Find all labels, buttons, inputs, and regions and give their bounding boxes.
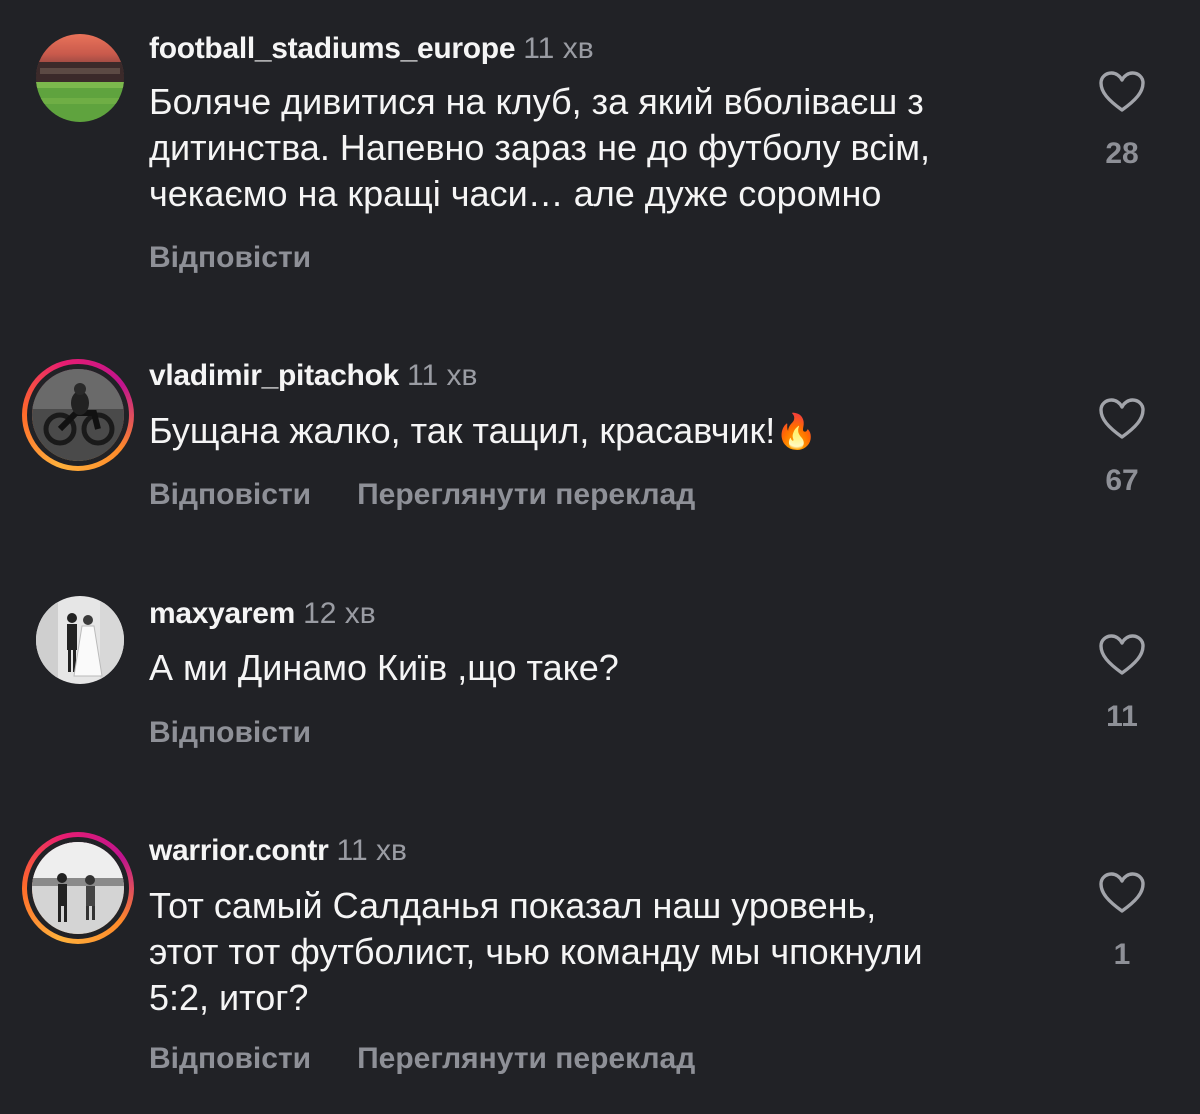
see-translation-button[interactable]: Переглянути переклад xyxy=(357,478,695,511)
comment-text: А ми Динамо Київ ,що таке? xyxy=(149,647,619,688)
like-count: 28 xyxy=(1105,137,1139,170)
avatar[interactable] xyxy=(36,596,124,684)
comment-text-line: Тот самый Салданья показал наш уровень, xyxy=(149,885,877,926)
comment-timestamp: 11 хв xyxy=(336,834,407,867)
motorcycle-avatar-image xyxy=(32,369,124,461)
comment-timestamp: 11 хв xyxy=(523,32,594,65)
avatar[interactable] xyxy=(22,359,134,471)
comment-text-line: дитинства. Напевно зараз не до футболу в… xyxy=(149,127,931,168)
comment-text: Бущана жалко, так тащил, красавчик!🔥 xyxy=(149,408,1049,455)
stadium-avatar-image xyxy=(36,34,124,122)
like-count: 1 xyxy=(1113,938,1131,971)
avatar[interactable] xyxy=(22,832,134,944)
heart-icon[interactable] xyxy=(1098,871,1146,915)
comment-username[interactable]: football_stadiums_europe xyxy=(149,32,516,65)
comment-text: Тот самый Салданья показал наш уровень, … xyxy=(149,883,1049,1021)
comment-text-line: Боляче дивитися на клуб, за який вболіва… xyxy=(149,81,924,122)
people-avatar-image xyxy=(32,842,124,934)
reply-button[interactable]: Відповісти xyxy=(149,478,311,511)
heart-icon[interactable] xyxy=(1098,633,1146,677)
reply-button[interactable]: Відповісти xyxy=(149,716,311,749)
comment-username[interactable]: maxyarem xyxy=(149,597,295,630)
reply-button[interactable]: Відповісти xyxy=(149,1042,311,1075)
like-count: 11 xyxy=(1106,700,1138,733)
comment-text-line: этот тот футболист, чью команду мы чпокн… xyxy=(149,931,923,972)
comment-username[interactable]: warrior.contr xyxy=(149,834,329,867)
fire-emoji: 🔥 xyxy=(775,413,818,451)
wedding-avatar-image xyxy=(36,596,124,684)
comment-username[interactable]: vladimir_pitachok xyxy=(149,359,399,392)
comment-timestamp: 12 хв xyxy=(303,597,376,630)
reply-button[interactable]: Відповісти xyxy=(149,241,311,274)
comment-text-line: чекаємо на кращі часи… але дуже соромно xyxy=(149,173,882,214)
like-count: 67 xyxy=(1105,464,1139,497)
comment-text: Боляче дивитися на клуб, за який вболіва… xyxy=(149,79,1049,217)
avatar[interactable] xyxy=(36,34,124,122)
heart-icon[interactable] xyxy=(1098,397,1146,441)
comment-text-line: 5:2, итог? xyxy=(149,977,309,1018)
see-translation-button[interactable]: Переглянути переклад xyxy=(357,1042,695,1075)
comment-text-body: Бущана жалко, так тащил, красавчик! xyxy=(149,410,776,451)
heart-icon[interactable] xyxy=(1098,70,1146,114)
comment-timestamp: 11 хв xyxy=(407,359,478,392)
